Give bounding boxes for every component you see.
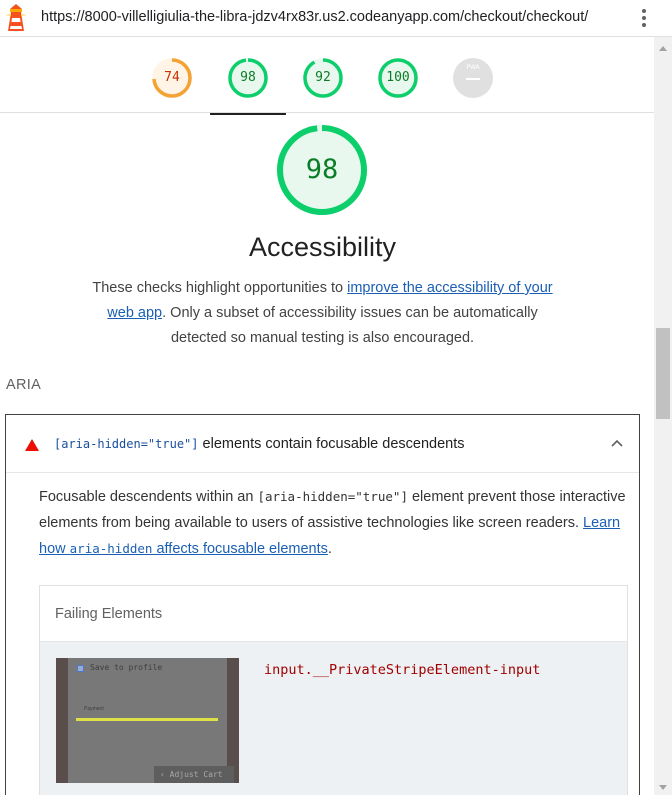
thumb-save-text: Save to profile (90, 663, 163, 672)
kebab-menu-icon[interactable] (638, 7, 650, 29)
element-screenshot-thumbnail[interactable]: Save to profile Payment ‹ Adjust Cart (56, 658, 239, 783)
score-gauges-tabs: 74 98 92 100 PWA (0, 37, 654, 115)
table-row: Save to profile Payment ‹ Adjust Cart in… (40, 642, 627, 795)
checkbox-icon (77, 665, 84, 672)
pwa-label: PWA (466, 64, 480, 71)
thumb-adjust-cart-button: ‹ Adjust Cart (154, 766, 234, 783)
gauge-score-text: 98 (240, 70, 256, 85)
gauge-score-text: 92 (315, 70, 331, 85)
chevron-up-icon[interactable] (611, 439, 623, 447)
audit-title: [aria-hidden="true"] elements contain fo… (54, 436, 465, 452)
scroll-up-arrow-icon[interactable] (659, 46, 667, 51)
thumb-payment-text: Payment (84, 706, 104, 712)
gauge-best-practices[interactable]: 92 (302, 57, 344, 99)
audit-description: Focusable descendents within an [aria-hi… (39, 489, 626, 557)
node-selector[interactable]: input.__PrivateStripeElement-input (264, 662, 540, 678)
failing-elements-header: Failing Elements (40, 586, 627, 642)
gauge-score-text: 74 (164, 70, 180, 85)
url-text[interactable]: https://8000-villelligiulia-the-libra-jd… (41, 9, 588, 25)
scrollbar[interactable] (654, 37, 672, 795)
thumb-content: Save to profile Payment ‹ Adjust Cart (68, 658, 234, 783)
category-description: These checks highlight opportunities to … (92, 280, 553, 346)
audit-aria-hidden-focus: [aria-hidden="true"] elements contain fo… (5, 414, 640, 795)
fail-triangle-icon (25, 439, 39, 451)
failing-elements-label: Failing Elements (55, 606, 163, 622)
category-title: Accessibility (248, 232, 397, 262)
audit-header[interactable]: [aria-hidden="true"] elements contain fo… (6, 415, 639, 473)
category-score-gauge: 98 (275, 123, 369, 217)
gauge-seo[interactable]: 100 (377, 57, 419, 99)
gauge-pwa[interactable]: PWA (452, 57, 494, 99)
thumb-edge (56, 658, 68, 783)
browser-top-bar: https://8000-villelligiulia-the-libra-jd… (0, 0, 672, 37)
group-title-aria: ARIA (6, 377, 42, 393)
thumb-edge (227, 658, 239, 783)
failing-elements-table: Failing Elements Save to profile Payment… (39, 585, 628, 795)
scrollbar-thumb[interactable] (656, 328, 670, 419)
gauge-score-text: 100 (386, 70, 410, 85)
pwa-dash-icon (466, 78, 480, 80)
category-score-text: 98 (305, 154, 339, 185)
scroll-down-arrow-icon[interactable] (659, 785, 667, 790)
gauge-accessibility[interactable]: 98 (210, 57, 286, 115)
lighthouse-icon (5, 4, 27, 31)
highlighted-element (76, 718, 218, 721)
gauge-performance[interactable]: 74 (151, 57, 193, 99)
